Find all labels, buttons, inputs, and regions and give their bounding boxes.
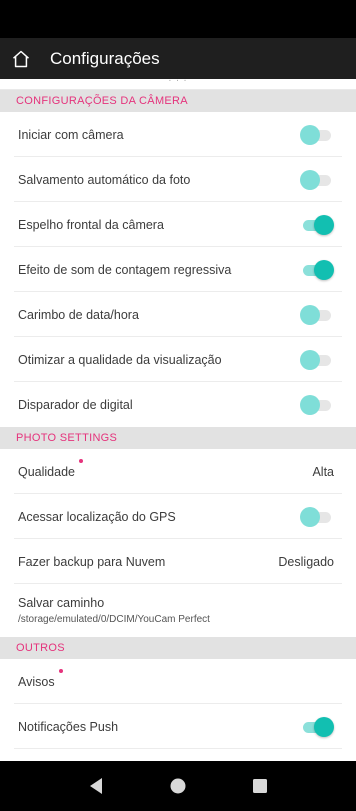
- home-icon: [13, 50, 29, 67]
- setting-label: Iniciar com câmera: [18, 127, 124, 142]
- previous-section-remnant: . . .: [0, 79, 356, 90]
- toggle-switch[interactable]: [300, 124, 334, 146]
- setting-quality[interactable]: Qualidade Alta: [0, 449, 356, 494]
- toggle-switch[interactable]: [300, 214, 334, 236]
- setting-label: Fazer backup para Nuvem: [18, 554, 166, 569]
- setting-push-notifications[interactable]: Notificações Push: [0, 704, 356, 749]
- status-bar: [0, 0, 356, 38]
- new-badge-dot: [58, 668, 63, 673]
- app-bar: Configurações: [0, 38, 356, 79]
- section-header-camera: CONFIGURAÇÕES DA CÂMERA: [0, 90, 356, 112]
- back-triangle-icon: [90, 778, 102, 794]
- setting-label: Otimizar a qualidade da visualização: [18, 352, 222, 367]
- home-circle-icon: [170, 778, 186, 794]
- recents-square-icon: [253, 779, 267, 793]
- setting-label: Avisos: [18, 668, 63, 689]
- setting-notices[interactable]: Avisos: [0, 659, 356, 704]
- setting-optimize-preview[interactable]: Otimizar a qualidade da visualização: [0, 337, 356, 382]
- setting-label: Salvamento automático da foto: [18, 172, 191, 187]
- system-nav-bar: [0, 761, 356, 811]
- nav-back-button[interactable]: [81, 771, 111, 801]
- setting-cloud-backup[interactable]: Fazer backup para Nuvem Desligado: [0, 539, 356, 584]
- setting-save-path[interactable]: Salvar caminho /storage/emulated/0/DCIM/…: [0, 584, 356, 637]
- nav-recents-button[interactable]: [245, 771, 275, 801]
- toggle-switch[interactable]: [300, 169, 334, 191]
- setting-label: Disparador de digital: [18, 397, 133, 412]
- setting-label: Notificações Push: [18, 719, 119, 734]
- toggle-switch[interactable]: [300, 394, 334, 416]
- new-badge-dot: [79, 458, 83, 463]
- setting-value: Desligado: [278, 554, 334, 569]
- setting-label: Efeito de som de contagem regressiva: [18, 262, 232, 277]
- setting-countdown-sound[interactable]: Efeito de som de contagem regressiva: [0, 247, 356, 292]
- page-title: Configurações: [50, 48, 160, 68]
- toggle-switch[interactable]: [300, 304, 334, 326]
- setting-label: Qualidade: [18, 458, 83, 479]
- setting-front-mirror[interactable]: Espelho frontal da câmera: [0, 202, 356, 247]
- nav-home-button[interactable]: [163, 771, 193, 801]
- setting-label: Espelho frontal da câmera: [18, 217, 164, 232]
- toggle-switch[interactable]: [300, 506, 334, 528]
- section-header-others: OUTROS: [0, 637, 356, 659]
- setting-label: Salvar caminho: [18, 596, 105, 610]
- setting-gps-location[interactable]: Acessar localização do GPS: [0, 494, 356, 539]
- setting-timestamp[interactable]: Carimbo de data/hora: [0, 292, 356, 337]
- section-header-photo-settings: PHOTO SETTINGS: [0, 427, 356, 449]
- setting-sublabel: /storage/emulated/0/DCIM/YouCam Perfect: [18, 614, 210, 625]
- home-button[interactable]: [2, 38, 40, 79]
- setting-label: Acessar localização do GPS: [18, 509, 176, 524]
- toggle-switch[interactable]: [300, 349, 334, 371]
- setting-start-with-camera[interactable]: Iniciar com câmera: [0, 112, 356, 157]
- setting-label: Carimbo de data/hora: [18, 307, 139, 322]
- setting-fingerprint-shutter[interactable]: Disparador de digital: [0, 382, 356, 427]
- toggle-switch[interactable]: [300, 716, 334, 738]
- settings-list[interactable]: . . . CONFIGURAÇÕES DA CÂMERA Iniciar co…: [0, 79, 356, 761]
- setting-auto-save-photo[interactable]: Salvamento automático da foto: [0, 157, 356, 202]
- toggle-switch[interactable]: [300, 259, 334, 281]
- setting-value: Alta: [312, 464, 334, 479]
